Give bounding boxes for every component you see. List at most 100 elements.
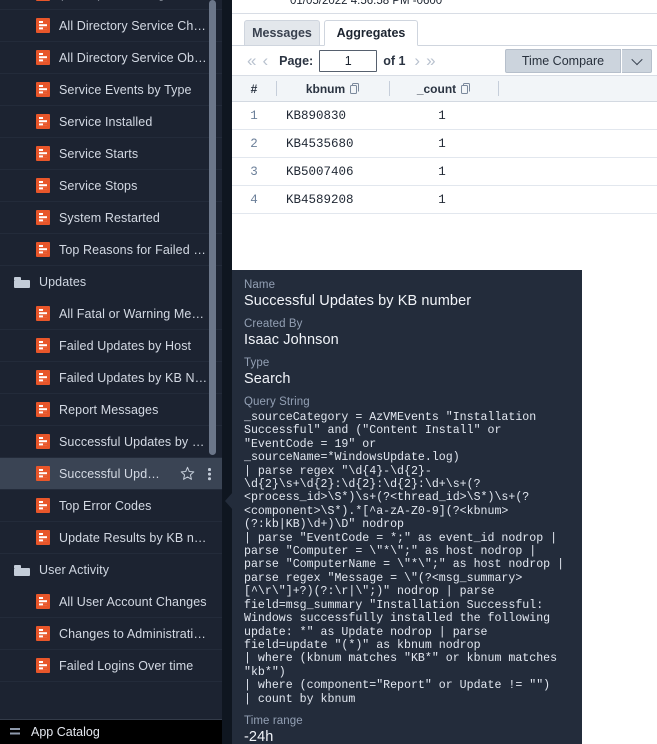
sidebar-item-label: Top Error Codes <box>59 498 152 513</box>
popup-created-by-label: Created By <box>244 318 303 330</box>
sidebar-item-label: All Directory Service Obje… <box>59 50 209 65</box>
sidebar-item-label: Top Reasons for Failed L… <box>59 242 209 257</box>
time-compare-dropdown-button[interactable] <box>622 49 652 73</box>
copy-icon[interactable] <box>461 82 471 95</box>
sidebar-item-label: All Fatal or Warning Mess… <box>59 306 209 321</box>
popup-created-by-value: Isaac Johnson <box>244 332 339 348</box>
sidebar-item-label: Changes to Administrativ… <box>59 626 209 641</box>
sidebar-item-label: Successful Upda… <box>59 466 163 481</box>
sidebar-item-label: Report Messages <box>59 402 159 417</box>
saved-search-icon <box>36 114 50 129</box>
page-label: Page: <box>279 53 314 68</box>
table-row[interactable]: 4 KB4589208 1 <box>232 186 657 214</box>
sidebar-item-search[interactable]: All Directory Service Obje… <box>0 42 222 74</box>
cell-kbnum: KB4535680 <box>286 136 354 151</box>
saved-search-details-popup: Name Successful Updates by KB number Cre… <box>232 270 582 744</box>
sidebar-item-search[interactable]: Report Messages <box>0 394 222 426</box>
sidebar-item-search[interactable]: All Directory Service Chan… <box>0 10 222 42</box>
column-divider[interactable] <box>498 81 499 96</box>
sidebar-item-search[interactable]: Top Error Codes <box>0 490 222 522</box>
cell-count: 1 <box>438 192 446 207</box>
sidebar-item-search[interactable]: All Fatal or Warning Mess… <box>0 298 222 330</box>
saved-search-icon <box>36 594 50 609</box>
sidebar-item-search[interactable]: Failed Updates by KB Nu… <box>0 362 222 394</box>
popup-name-label: Name <box>244 279 276 291</box>
sidebar-item-search[interactable]: Service Stops <box>0 170 222 202</box>
sidebar-item-search[interactable]: System Restarted <box>0 202 222 234</box>
sidebar-item-search[interactable]: Top Reasons for Failed L… <box>0 234 222 266</box>
sidebar-item-folder[interactable]: User Activity <box>0 554 222 586</box>
table-body: 1 KB890830 1 2 KB4535680 1 3 KB5007406 1 4 KB45892… <box>232 102 657 214</box>
sidebar-scrollbar-thumb[interactable] <box>209 0 216 455</box>
app-catalog-label: App Catalog <box>31 725 100 739</box>
sidebar-item-label: (NTLM) Failed Logins <box>59 0 181 1</box>
table-row[interactable]: 1 KB890830 1 <box>232 102 657 130</box>
saved-search-icon <box>36 466 50 481</box>
column-header-kbnum[interactable]: kbnum <box>277 76 389 102</box>
sidebar-item-label: Failed Updates by Host <box>59 338 192 353</box>
cell-count: 1 <box>438 136 446 151</box>
double-chevron-right-icon[interactable]: » <box>423 52 438 69</box>
saved-search-icon <box>36 210 50 225</box>
column-header-count[interactable]: _count <box>390 76 498 102</box>
chevron-left-icon[interactable]: ‹ <box>259 52 271 69</box>
sidebar-item-search[interactable]: Successful Updates by H… <box>0 426 222 458</box>
sidebar-item-label: Failed Updates by KB Nu… <box>59 370 209 385</box>
sidebar-item-search[interactable]: Failed Logins Over time <box>0 650 222 682</box>
tab-messages[interactable]: Messages <box>244 20 320 46</box>
double-chevron-left-icon[interactable]: « <box>244 52 259 69</box>
sidebar-item-search[interactable]: Changes to Administrativ… <box>0 618 222 650</box>
page-number-input[interactable] <box>319 49 378 72</box>
sidebar-item-label: Updates <box>39 275 87 289</box>
sidebar-item-label: All Directory Service Chan… <box>59 18 209 33</box>
popup-name-value: Successful Updates by KB number <box>244 293 472 309</box>
column-header-kbnum-label: kbnum <box>305 81 346 96</box>
table-row[interactable]: 2 KB4535680 1 <box>232 130 657 158</box>
panel-divider <box>222 0 232 744</box>
sidebar-item-label: Successful Updates by H… <box>59 434 209 449</box>
time-compare-button[interactable]: Time Compare <box>505 49 621 73</box>
saved-search-icon <box>36 338 50 353</box>
sidebar-item-label: Service Installed <box>59 114 153 129</box>
sidebar-item-list: (NTLM) Failed Logins All Directory Servic… <box>0 0 222 682</box>
saved-search-icon <box>36 370 50 385</box>
sidebar-item-search[interactable]: Service Starts <box>0 138 222 170</box>
popup-query-string-label: Query String <box>244 396 310 408</box>
results-tabs: Messages Aggregates <box>232 20 657 46</box>
app-catalog-bar[interactable]: App Catalog <box>0 719 222 744</box>
sidebar-item-search[interactable]: All User Account Changes <box>0 586 222 618</box>
table-row[interactable]: 3 KB5007406 1 <box>232 158 657 186</box>
copy-icon[interactable] <box>350 82 360 95</box>
sidebar-item-search[interactable]: Service Installed <box>0 106 222 138</box>
sidebar-item-search[interactable]: Update Results by KB nu… <box>0 522 222 554</box>
saved-search-icon <box>36 146 50 161</box>
saved-search-icon <box>36 178 50 193</box>
app-root: (NTLM) Failed Logins All Directory Servic… <box>0 0 657 744</box>
folder-icon <box>14 564 30 576</box>
cell-index: 2 <box>250 136 258 151</box>
sidebar-item-label: User Activity <box>39 563 110 577</box>
column-header-index[interactable]: # <box>232 76 276 102</box>
star-icon[interactable] <box>180 466 195 481</box>
result-timestamp: 01/05/2022 4:56:58 PM -0600 <box>290 0 443 7</box>
sidebar-item-folder[interactable]: Updates <box>0 266 222 298</box>
cell-kbnum: KB4589208 <box>286 192 354 207</box>
chevron-right-icon[interactable]: › <box>411 52 423 69</box>
sidebar-item-label: Update Results by KB nu… <box>59 530 209 545</box>
sidebar-item-search[interactable]: Service Events by Type <box>0 74 222 106</box>
cell-index: 3 <box>250 164 258 179</box>
saved-search-icon <box>36 50 50 65</box>
sidebar-scrollbar-track[interactable] <box>209 0 219 719</box>
cell-index: 4 <box>250 192 258 207</box>
page-total-label: of 1 <box>383 53 406 68</box>
pagination-bar: « ‹ Page: of 1 › » Time Compare <box>232 46 657 76</box>
cell-kbnum: KB890830 <box>286 108 347 123</box>
cell-count: 1 <box>438 164 446 179</box>
app-catalog-icon <box>10 727 20 738</box>
sidebar-item-search[interactable]: (NTLM) Failed Logins <box>0 0 222 10</box>
tab-aggregates[interactable]: Aggregates <box>324 20 418 46</box>
sidebar-item-search[interactable]: Failed Updates by Host <box>0 330 222 362</box>
sidebar-item-search[interactable]: Successful Upda… <box>0 458 222 490</box>
saved-search-icon <box>36 242 50 257</box>
saved-search-icon <box>36 530 50 545</box>
